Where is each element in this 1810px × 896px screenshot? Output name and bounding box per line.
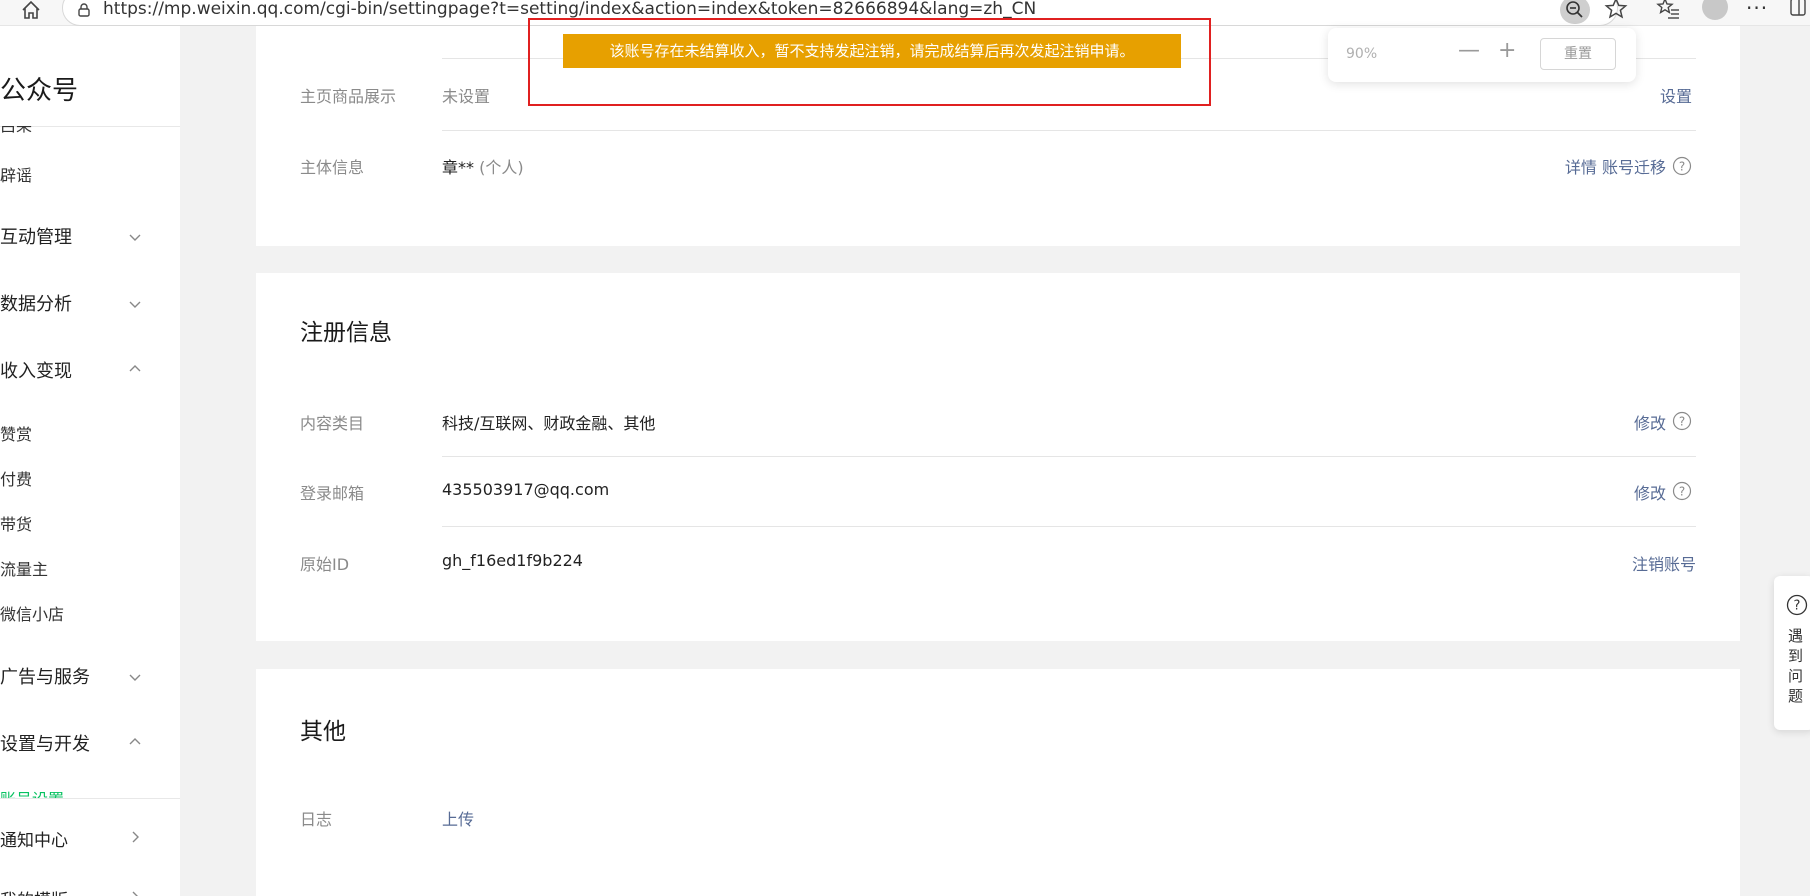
row-label-original-id: 原始ID bbox=[300, 555, 350, 574]
more-menu-icon[interactable]: ··· bbox=[1746, 0, 1768, 20]
subject-name: 章** bbox=[442, 158, 475, 177]
zoom-out-icon[interactable] bbox=[1560, 0, 1590, 24]
sidebar-item-templates[interactable]: 我的模版 bbox=[0, 886, 68, 896]
favorite-star-icon[interactable] bbox=[1603, 0, 1629, 22]
sidebar-item-analytics[interactable]: 数据分析 bbox=[0, 290, 72, 316]
row-divider bbox=[442, 130, 1696, 131]
sidebar-toggle-icon[interactable] bbox=[1788, 0, 1808, 18]
subject-detail-link[interactable]: 详情 bbox=[1565, 158, 1597, 177]
sidebar: 公众号 吕莱 辟谣 互动管理 数据分析 收入变现 赞赏 付费 带货 流量主 微信… bbox=[0, 26, 180, 896]
lock-icon[interactable] bbox=[77, 3, 91, 17]
account-migrate-link[interactable]: 账号迁移 bbox=[1602, 158, 1666, 177]
cancel-account-link[interactable]: 注销账号 bbox=[1632, 551, 1696, 575]
sidebar-item-traffic[interactable]: 流量主 bbox=[0, 556, 48, 580]
sidebar-item-interaction[interactable]: 互动管理 bbox=[0, 223, 72, 249]
subject-info-value: 章** (个人) bbox=[442, 154, 524, 178]
row-label-content-category: 内容类目 bbox=[300, 414, 365, 433]
edit-category-link[interactable]: 修改 bbox=[1634, 410, 1666, 434]
question-icon: ? bbox=[1786, 594, 1808, 616]
sidebar-item-sales[interactable]: 带货 bbox=[0, 511, 32, 535]
sidebar-item-reward[interactable]: 赞赏 bbox=[0, 421, 32, 445]
sidebar-item-paid[interactable]: 付费 bbox=[0, 466, 32, 490]
original-id-value: gh_f16ed1f9b224 bbox=[442, 551, 583, 570]
section-title-other: 其他 bbox=[300, 719, 346, 745]
chevron-down-icon[interactable] bbox=[128, 230, 142, 244]
svg-text:?: ? bbox=[1679, 415, 1685, 429]
row-label-subject-info: 主体信息 bbox=[300, 158, 365, 177]
zoom-popup: 90% — + 重置 bbox=[1328, 28, 1636, 82]
profile-avatar-icon[interactable] bbox=[1702, 0, 1728, 20]
help-icon[interactable]: ? bbox=[1672, 156, 1692, 176]
zoom-level: 90% bbox=[1346, 46, 1378, 62]
other-card: 其他 日志 上传 bbox=[256, 669, 1740, 896]
brand-title: 公众号 bbox=[0, 76, 79, 106]
chevron-right-icon[interactable] bbox=[128, 830, 142, 844]
homepage-goods-value: 未设置 bbox=[442, 87, 491, 106]
row-label-log: 日志 bbox=[300, 810, 333, 829]
help-float-label: 遇到问题 bbox=[1788, 627, 1804, 705]
help-icon[interactable]: ? bbox=[1672, 411, 1692, 431]
highlight-box bbox=[528, 18, 1211, 106]
registration-info-card: 注册信息 内容类目 科技/互联网、财政金融、其他 修改 ? 登录邮箱 43550… bbox=[256, 273, 1740, 641]
subject-actions: 详情 账号迁移 bbox=[1565, 154, 1666, 178]
sidebar-item-notifications[interactable]: 通知中心 bbox=[0, 826, 68, 851]
chevron-up-icon[interactable] bbox=[128, 362, 142, 376]
section-title-registration: 注册信息 bbox=[300, 320, 392, 346]
upload-log-link[interactable]: 上传 bbox=[442, 806, 474, 830]
chevron-down-icon[interactable] bbox=[128, 670, 142, 684]
svg-text:?: ? bbox=[1679, 485, 1685, 499]
row-divider bbox=[442, 526, 1696, 527]
svg-text:?: ? bbox=[1794, 599, 1801, 614]
row-label-login-email: 登录邮箱 bbox=[300, 484, 365, 503]
sidebar-divider bbox=[0, 798, 180, 799]
sidebar-item-ads[interactable]: 广告与服务 bbox=[0, 663, 90, 689]
zoom-out-button[interactable]: — bbox=[1458, 38, 1480, 63]
zoom-reset-button[interactable]: 重置 bbox=[1540, 38, 1616, 70]
login-email-value: 435503917@qq.com bbox=[442, 480, 610, 499]
favorites-list-icon[interactable] bbox=[1655, 0, 1681, 22]
chevron-right-icon[interactable] bbox=[128, 890, 142, 896]
sidebar-item-partial[interactable]: 吕莱 bbox=[0, 126, 32, 136]
sidebar-item-shop[interactable]: 微信小店 bbox=[0, 601, 64, 625]
sidebar-item-account-settings[interactable]: 账号设置 bbox=[0, 790, 64, 798]
set-homepage-goods-link[interactable]: 设置 bbox=[1660, 83, 1692, 107]
zoom-in-button[interactable]: + bbox=[1498, 38, 1516, 63]
sidebar-item-rumor[interactable]: 辟谣 bbox=[0, 162, 32, 186]
chevron-down-icon[interactable] bbox=[128, 297, 142, 311]
chevron-up-icon[interactable] bbox=[128, 735, 142, 749]
home-icon[interactable] bbox=[20, 0, 42, 20]
content-category-value: 科技/互联网、财政金融、其他 bbox=[442, 414, 656, 433]
row-divider bbox=[442, 456, 1696, 457]
help-float-button[interactable]: ? 遇到问题 bbox=[1774, 576, 1810, 730]
edit-email-link[interactable]: 修改 bbox=[1634, 480, 1666, 504]
help-icon[interactable]: ? bbox=[1672, 481, 1692, 501]
sidebar-item-monetization[interactable]: 收入变现 bbox=[0, 357, 72, 383]
subject-type: (个人) bbox=[479, 158, 524, 177]
row-label-homepage-goods: 主页商品展示 bbox=[300, 87, 397, 106]
sidebar-item-settings-dev[interactable]: 设置与开发 bbox=[0, 730, 90, 756]
url-text[interactable]: https://mp.weixin.qq.com/cgi-bin/setting… bbox=[103, 0, 1036, 19]
svg-text:?: ? bbox=[1679, 160, 1685, 174]
